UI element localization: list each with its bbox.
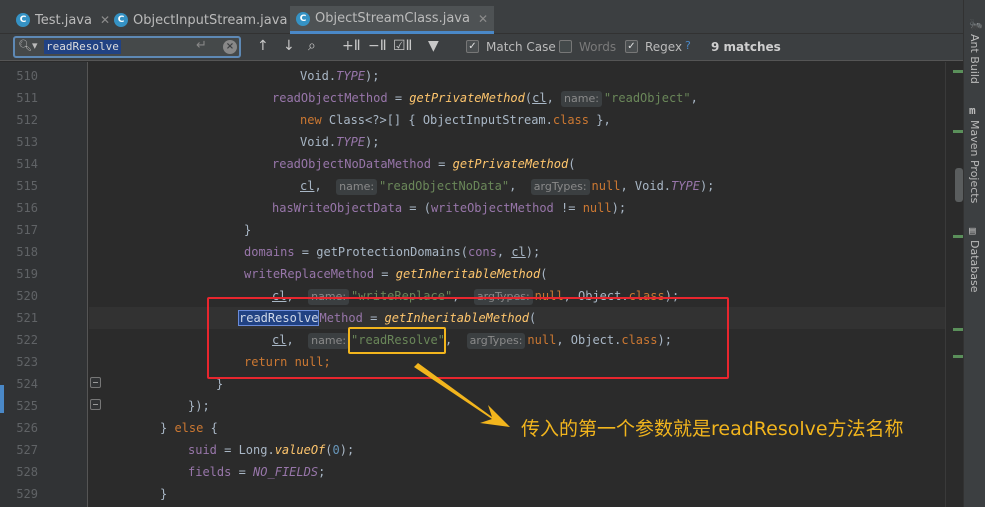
code-line: cl, name: "readObjectNoData", argTypes: nu… xyxy=(300,179,715,195)
tab-objectinputstream-java[interactable]: C ObjectInputStream.java ✕ xyxy=(108,6,311,34)
line-number: 518 xyxy=(16,245,38,259)
match-count: 9 matches xyxy=(711,40,781,54)
code-line: Void.TYPE); xyxy=(300,69,380,83)
tab-objectstreamclass-java[interactable]: C ObjectStreamClass.java ✕ xyxy=(290,6,495,34)
java-class-icon: C xyxy=(296,11,310,26)
search-query: readResolve xyxy=(44,40,121,54)
code-line: readObjectNoDataMethod = getPrivateMetho… xyxy=(272,157,576,171)
maven-icon[interactable]: m xyxy=(969,104,976,117)
line-number: 529 xyxy=(16,487,38,501)
filter-icon[interactable]: ▼ xyxy=(428,38,439,54)
line-number: 521 xyxy=(16,311,38,325)
find-bar: 🔍︎▾ readResolve ↵ × ↑ ↓ ⌕ +Ⅱ −Ⅱ ☑Ⅱ ▼ ✓ M… xyxy=(0,34,963,61)
code-line: } xyxy=(160,487,168,501)
code-line: hasWriteObjectData = (writeObjectMethod … xyxy=(272,201,627,215)
close-icon[interactable]: ✕ xyxy=(478,12,488,26)
line-number: 526 xyxy=(16,421,38,435)
code-line: writeReplaceMethod = getInheritableMetho… xyxy=(244,267,548,281)
java-class-icon: C xyxy=(114,13,128,27)
line-number: 516 xyxy=(16,201,38,215)
line-number-gutter: 510 511 512 513 514 515 516 517 518 519 … xyxy=(0,62,88,507)
database-icon[interactable]: ▤ xyxy=(969,224,976,237)
regex-label: Regex xyxy=(645,40,683,54)
code-line: domains = getProtectionDomains(cons, cl)… xyxy=(244,245,541,259)
line-number: 515 xyxy=(16,179,38,193)
parameter-hint: argTypes: xyxy=(530,179,590,195)
search-input[interactable]: 🔍︎▾ readResolve ↵ × xyxy=(13,36,241,58)
regex-checkbox[interactable]: ✓ xyxy=(625,40,638,53)
scrollbar-thumb[interactable] xyxy=(955,168,963,202)
words-checkbox[interactable] xyxy=(559,40,572,53)
enter-icon: ↵ xyxy=(196,38,207,53)
database-tool[interactable]: Database xyxy=(968,240,981,293)
line-number: 527 xyxy=(16,443,38,457)
parameter-hint: name: xyxy=(561,91,602,107)
ant-icon[interactable]: 🐜 xyxy=(969,18,983,31)
code-line: Void.TYPE); xyxy=(300,135,380,149)
editor-tab-bar: C Test.java ✕ C ObjectInputStream.java ✕… xyxy=(0,0,963,34)
annotation-arrow-icon xyxy=(414,363,510,427)
editor-scrollbar[interactable] xyxy=(945,62,963,507)
maven-projects-tool[interactable]: Maven Projects xyxy=(968,120,981,203)
parameter-hint: name: xyxy=(336,179,378,195)
tab-label: ObjectInputStream.java xyxy=(133,12,288,28)
regex-help-icon[interactable]: ? xyxy=(685,39,691,52)
line-number: 528 xyxy=(16,465,38,479)
match-case-label: Match Case xyxy=(486,40,556,54)
remove-occurrence-icon[interactable]: −Ⅱ xyxy=(368,38,387,54)
find-all-icon[interactable]: ⌕ xyxy=(308,38,316,54)
search-history-icon[interactable]: 🔍︎▾ xyxy=(18,39,38,52)
add-occurrence-icon[interactable]: +Ⅱ xyxy=(342,38,361,54)
tab-label: Test.java xyxy=(35,12,92,28)
line-number: 523 xyxy=(16,355,38,369)
line-number: 524 xyxy=(16,377,38,391)
line-number: 511 xyxy=(16,91,38,105)
line-number: 525 xyxy=(16,399,38,413)
line-number: 512 xyxy=(16,113,38,127)
change-marker xyxy=(0,385,4,413)
line-number: 520 xyxy=(16,289,38,303)
line-number: 522 xyxy=(16,333,38,347)
ant-build-tool[interactable]: Ant Build xyxy=(968,34,981,84)
line-number: 517 xyxy=(16,223,38,237)
annotation-yellow-box xyxy=(348,327,446,354)
code-line: } xyxy=(244,223,252,237)
clear-search-icon[interactable]: × xyxy=(223,40,237,54)
code-line: readObjectMethod = getPrivateMethod(cl, … xyxy=(272,91,698,107)
line-number: 514 xyxy=(16,157,38,171)
words-label: Words xyxy=(579,40,617,54)
select-all-occurrences-icon[interactable]: ☑Ⅱ xyxy=(393,38,412,54)
match-case-checkbox[interactable]: ✓ xyxy=(466,40,479,53)
previous-occurrence-icon[interactable]: ↑ xyxy=(257,38,269,54)
java-class-icon: C xyxy=(16,13,30,27)
line-number: 519 xyxy=(16,267,38,281)
tab-label: ObjectStreamClass.java xyxy=(315,11,470,26)
code-line: new Class<?>[] { ObjectInputStream.class… xyxy=(300,113,611,127)
annotation-callout-text: 传入的第一个参数就是readResolve方法名称 xyxy=(521,418,904,440)
code-line: fields = NO_FIELDS; xyxy=(188,465,326,479)
line-number: 510 xyxy=(16,69,38,83)
code-line: suid = Long.valueOf(0); xyxy=(188,443,355,457)
next-occurrence-icon[interactable]: ↓ xyxy=(283,38,295,54)
line-number: 513 xyxy=(16,135,38,149)
tab-test-java[interactable]: C Test.java ✕ xyxy=(10,6,116,34)
